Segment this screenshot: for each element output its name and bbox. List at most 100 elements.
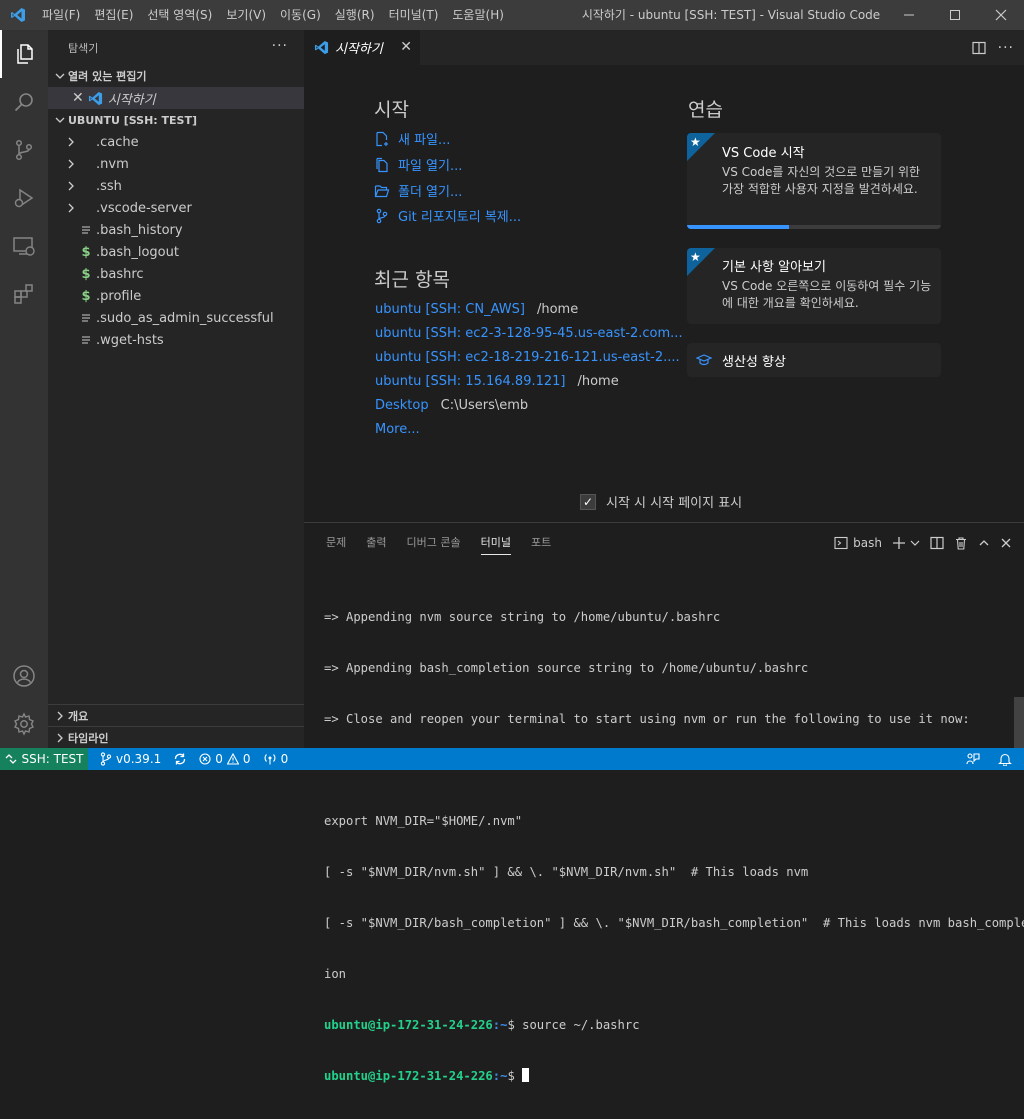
close-panel-icon[interactable] <box>1000 537 1012 549</box>
menu-edit[interactable]: 편집(E) <box>87 0 140 30</box>
terminal-shell-selector[interactable]: bash <box>834 536 882 550</box>
tree-folder-item[interactable]: .vscode-server <box>48 197 304 219</box>
recent-item[interactable]: ubuntu [SSH: 15.164.89.121] /home <box>375 374 619 389</box>
open-editors-section[interactable]: 열려 있는 편집기 <box>48 65 304 87</box>
more-actions-icon[interactable]: ··· <box>998 40 1014 56</box>
status-right <box>966 748 1012 770</box>
tree-file-item[interactable]: $ .bashrc <box>48 263 304 285</box>
recent-name[interactable]: ubuntu [SSH: 15.164.89.121] <box>375 374 565 389</box>
tree-file-item[interactable]: .wget-hsts <box>48 329 304 351</box>
timeline-section[interactable]: 타임라인 <box>48 726 304 749</box>
recent-item[interactable]: ubuntu [SSH: ec2-3-128-95-45.us-east-2.c… <box>375 326 683 341</box>
tree-folder-item[interactable]: .nvm <box>48 153 304 175</box>
tree-folder-item[interactable]: .cache <box>48 131 304 153</box>
tree-file-item[interactable]: .bash_history <box>48 219 304 241</box>
prompt-user: ubuntu@ip-172-31-24-226 <box>324 1069 493 1083</box>
tab-debug-console[interactable]: 디버그 콘솔 <box>397 523 471 563</box>
account-icon[interactable] <box>0 652 48 700</box>
tree-file-item[interactable]: $ .bash_logout <box>48 241 304 263</box>
menu-help[interactable]: 도움말(H) <box>445 0 511 30</box>
tab-terminal[interactable]: 터미널 <box>471 523 521 563</box>
feedback-icon[interactable] <box>966 752 980 766</box>
chevron-right-icon <box>64 181 78 191</box>
new-terminal-icon[interactable] <box>892 536 906 550</box>
remote-explorer-icon[interactable] <box>0 222 48 270</box>
close-editor-icon[interactable]: ✕ <box>72 90 84 106</box>
recent-heading: 최근 항목 <box>374 269 450 291</box>
run-debug-icon[interactable] <box>0 174 48 222</box>
menu-selection[interactable]: 선택 영역(S) <box>140 0 219 30</box>
file-tree: .cache .nvm .ssh .vscode-server .bash_histor… <box>48 131 304 351</box>
terminal-prompt-line: ubuntu@ip-172-31-24-226:~$ <box>324 1068 1024 1085</box>
walkthrough-card-productivity[interactable]: 생산성 향상 <box>687 343 941 377</box>
menu-file[interactable]: 파일(F) <box>35 0 87 30</box>
notifications-bell-icon[interactable] <box>998 752 1012 766</box>
tab-ports[interactable]: 포트 <box>521 523 561 563</box>
open-editor-item[interactable]: ✕ 시작하기 <box>48 87 304 109</box>
close-tab-icon[interactable]: ✕ <box>400 39 412 55</box>
recent-name[interactable]: Desktop <box>375 398 429 413</box>
minimize-button[interactable] <box>886 0 932 30</box>
tree-file-item[interactable]: .sudo_as_admin_successful <box>48 307 304 329</box>
recent-path: /home <box>577 374 619 389</box>
recent-item[interactable]: ubuntu [SSH: ec2-18-219-216-121.us-east-… <box>375 350 680 365</box>
tree-file-item[interactable]: $ .profile <box>48 285 304 307</box>
error-icon <box>199 753 211 765</box>
trash-icon[interactable] <box>954 536 968 550</box>
vscode-file-icon <box>88 91 103 106</box>
menu-view[interactable]: 보기(V) <box>219 0 273 30</box>
card-description: VS Code를 자신의 것으로 만들기 위한 가장 적합한 사용자 지정을 발… <box>722 165 921 196</box>
maximize-panel-icon[interactable] <box>978 537 990 549</box>
tab-welcome[interactable]: 시작하기 ✕ <box>304 30 420 65</box>
show-startup-checkbox[interactable]: ✓ <box>580 493 596 510</box>
menu-run[interactable]: 실행(R) <box>328 0 382 30</box>
tree-item-label: .bashrc <box>96 266 144 282</box>
walkthrough-card-get-started[interactable]: ★ VS Code 시작 VS Code를 자신의 것으로 만들기 위한 가장 … <box>687 133 941 229</box>
outline-section[interactable]: 개요 <box>48 704 304 727</box>
split-editor-icon[interactable] <box>972 41 986 55</box>
git-branch-status[interactable]: v0.39.1 <box>100 752 161 766</box>
menu-go[interactable]: 이동(G) <box>273 0 328 30</box>
git-clone-link[interactable]: Git 리포지토리 복제... <box>374 206 521 225</box>
recent-name[interactable]: ubuntu [SSH: CN_AWS] <box>375 302 525 317</box>
remote-icon <box>5 753 17 765</box>
split-terminal-icon[interactable] <box>930 536 944 550</box>
explorer-icon[interactable] <box>0 30 48 78</box>
open-folder-link[interactable]: 폴더 열기... <box>374 181 462 200</box>
search-icon[interactable] <box>0 78 48 126</box>
maximize-button[interactable] <box>932 0 978 30</box>
prompt-symbol: $ <box>507 1018 515 1032</box>
chevron-right-icon <box>64 159 78 169</box>
more-actions-icon[interactable]: ··· <box>272 38 288 54</box>
recent-item[interactable]: ubuntu [SSH: CN_AWS] /home <box>375 302 578 317</box>
recent-name[interactable]: ubuntu [SSH: ec2-3-128-95-45.us-east-2.c… <box>375 326 683 341</box>
more-recent-link[interactable]: More... <box>375 422 420 437</box>
close-button[interactable] <box>978 0 1024 30</box>
terminal-line: ion <box>324 967 347 981</box>
source-control-icon[interactable] <box>0 126 48 174</box>
more-label[interactable]: More... <box>375 422 420 437</box>
tree-folder-item[interactable]: .ssh <box>48 175 304 197</box>
terminal-scrollbar[interactable] <box>1014 697 1024 749</box>
walkthrough-card-fundamentals[interactable]: ★ 기본 사항 알아보기 VS Code 오른쪽으로 이동하여 필수 기능에 대… <box>687 248 941 324</box>
sync-button[interactable] <box>173 752 187 766</box>
workspace-folder-section[interactable]: UBUNTU [SSH: TEST] <box>48 109 304 131</box>
show-welcome-on-startup[interactable]: ✓ 시작 시 시작 페이지 표시 <box>580 492 742 511</box>
chevron-down-icon[interactable] <box>910 538 920 548</box>
terminal-output[interactable]: => Appending nvm source string to /home/… <box>324 575 1024 1119</box>
menu-terminal[interactable]: 터미널(T) <box>382 0 446 30</box>
tab-problems[interactable]: 문제 <box>316 523 356 563</box>
tree-item-label: .bash_history <box>96 222 183 238</box>
new-file-link[interactable]: 새 파일... <box>374 129 450 148</box>
remote-indicator[interactable]: SSH: TEST <box>0 748 88 770</box>
tab-output[interactable]: 출력 <box>356 523 396 563</box>
prompt-symbol: $ <box>507 1069 515 1083</box>
ports-status[interactable]: 0 <box>263 752 288 766</box>
settings-gear-icon[interactable] <box>0 700 48 748</box>
recent-item[interactable]: Desktop C:\Users\emb <box>375 398 528 413</box>
recent-path: C:\Users\emb <box>440 398 529 413</box>
open-file-link[interactable]: 파일 열기... <box>374 155 462 174</box>
problems-status[interactable]: 0 0 <box>199 752 251 766</box>
recent-name[interactable]: ubuntu [SSH: ec2-18-219-216-121.us-east-… <box>375 350 680 365</box>
extensions-icon[interactable] <box>0 270 48 318</box>
